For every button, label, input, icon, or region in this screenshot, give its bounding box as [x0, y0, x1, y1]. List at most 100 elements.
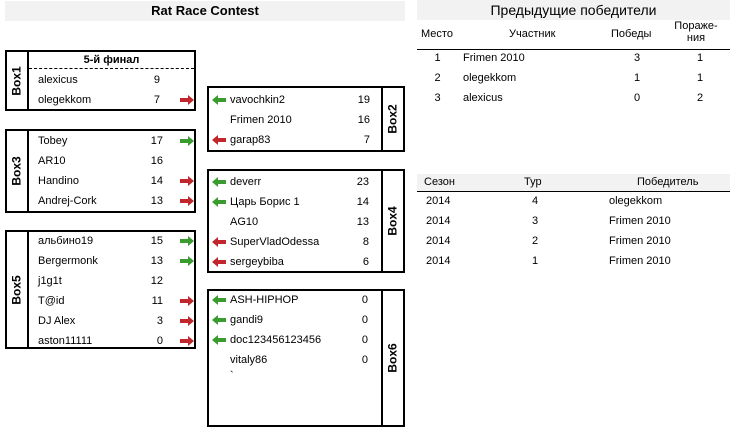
round-cell: 4	[531, 195, 539, 207]
red-left-arrow-icon	[212, 135, 226, 145]
season-cell: 2014	[426, 255, 451, 267]
box2-label: Box2	[381, 88, 403, 150]
player-score: 9	[153, 74, 160, 86]
red-right-arrow-icon	[180, 95, 194, 105]
seasons-header-underline	[417, 191, 730, 192]
player-score: 14	[356, 196, 369, 208]
box5-label: Box5	[7, 232, 29, 347]
player-score: 0	[361, 354, 368, 366]
col-header-losses-line2: ния	[686, 32, 706, 44]
player-name: Bergermonk	[38, 255, 98, 267]
green-right-arrow-icon	[180, 256, 194, 266]
header-underline	[417, 49, 730, 50]
player-score: 16	[150, 155, 163, 167]
player-score: 6	[362, 256, 369, 268]
row-player: alexicus	[463, 92, 503, 104]
round-cell: 2	[531, 235, 539, 247]
round-cell: 1	[531, 255, 539, 267]
winner-cell: Frimen 2010	[609, 255, 671, 267]
contest-title: Rat Race Contest	[5, 1, 405, 21]
green-right-arrow-icon	[180, 136, 194, 146]
green-left-arrow-icon	[212, 95, 226, 105]
player-score: 14	[150, 175, 163, 187]
player-name: j1g1t	[38, 275, 62, 287]
player-name: Tobey	[38, 135, 68, 147]
col-header-losses-line1: Пораже-	[674, 20, 718, 32]
row-wins: 3	[633, 52, 641, 64]
red-right-arrow-icon	[180, 296, 194, 306]
player-name: Handino	[38, 175, 79, 187]
row-player: Frimen 2010	[463, 52, 525, 64]
season-cell: 2014	[426, 195, 451, 207]
col-header-place: Место	[421, 28, 453, 40]
player-score: 3	[156, 315, 163, 327]
row-wins: 0	[633, 92, 641, 104]
player-name: gandi9	[230, 314, 264, 326]
red-left-arrow-icon	[212, 237, 226, 247]
box1-label: Box1	[7, 52, 29, 109]
player-score: 0	[361, 334, 368, 346]
red-left-arrow-icon	[212, 257, 226, 267]
row-losses: 1	[696, 72, 704, 84]
player-score: 7	[363, 134, 370, 146]
box6-label: Box6	[381, 291, 403, 425]
winner-cell: olegekkom	[609, 195, 663, 207]
player-score: 17	[150, 135, 163, 147]
green-left-arrow-icon	[212, 315, 226, 325]
winner-cell: Frimen 2010	[609, 235, 671, 247]
player-name: garap83	[230, 134, 271, 146]
final-label: 5-й финал	[29, 52, 194, 69]
player-name: AR10	[38, 155, 66, 167]
player-name: AG10	[230, 216, 259, 228]
box5: Box5	[5, 230, 196, 349]
col-header-player: Участник	[509, 28, 556, 40]
player-score: 0	[156, 335, 163, 347]
green-left-arrow-icon	[212, 335, 226, 345]
red-right-arrow-icon	[180, 316, 194, 326]
col-header-round: Тур	[524, 176, 542, 188]
green-left-arrow-icon	[212, 197, 226, 207]
round-cell: 3	[531, 215, 539, 227]
previous-winners-title: Предыдущие победители	[417, 0, 730, 20]
player-score: 7	[153, 94, 160, 106]
row-wins: 1	[633, 72, 641, 84]
green-right-arrow-icon	[180, 236, 194, 246]
box4-label: Box4	[381, 171, 403, 271]
green-left-arrow-icon	[212, 177, 226, 187]
col-header-season: Сезон	[424, 176, 455, 188]
player-name: DJ Alex	[38, 315, 76, 327]
player-name: vitaly86	[230, 354, 268, 366]
green-left-arrow-icon	[212, 295, 226, 305]
player-score: 23	[356, 176, 369, 188]
player-name: T@id	[38, 295, 65, 307]
player-score: 15	[150, 235, 163, 247]
row-place: 1	[434, 52, 441, 64]
player-name: olegekkom	[38, 94, 92, 106]
player-name: aston11111	[38, 335, 93, 347]
red-right-arrow-icon	[180, 336, 194, 346]
season-cell: 2014	[426, 235, 451, 247]
player-name: Frimen 2010	[230, 114, 292, 126]
col-header-losses: Пораже- ния	[673, 20, 719, 44]
box3-label: Box3	[7, 131, 29, 211]
winner-cell: Frimen 2010	[609, 215, 671, 227]
player-score: 19	[357, 94, 370, 106]
player-score: 16	[357, 114, 370, 126]
player-score: 11	[151, 295, 163, 307]
season-cell: 2014	[426, 215, 451, 227]
player-score: 13	[356, 216, 369, 228]
red-right-arrow-icon	[180, 176, 194, 186]
player-name: alexicus	[38, 74, 78, 86]
player-name: deverr	[230, 176, 262, 188]
player-score: 8	[362, 236, 369, 248]
col-header-wins: Победы	[611, 28, 652, 40]
player-name: SuperVladOdessa	[230, 236, 320, 248]
col-header-winner: Победитель	[637, 176, 699, 188]
box3: Box3	[5, 129, 196, 213]
row-place: 3	[434, 92, 441, 104]
player-score: 0	[361, 294, 368, 306]
row-losses: 1	[696, 52, 704, 64]
row-player: olegekkom	[463, 72, 517, 84]
box1: Box1 5-й финал	[5, 50, 196, 111]
player-name: doc123456123456	[230, 334, 322, 346]
